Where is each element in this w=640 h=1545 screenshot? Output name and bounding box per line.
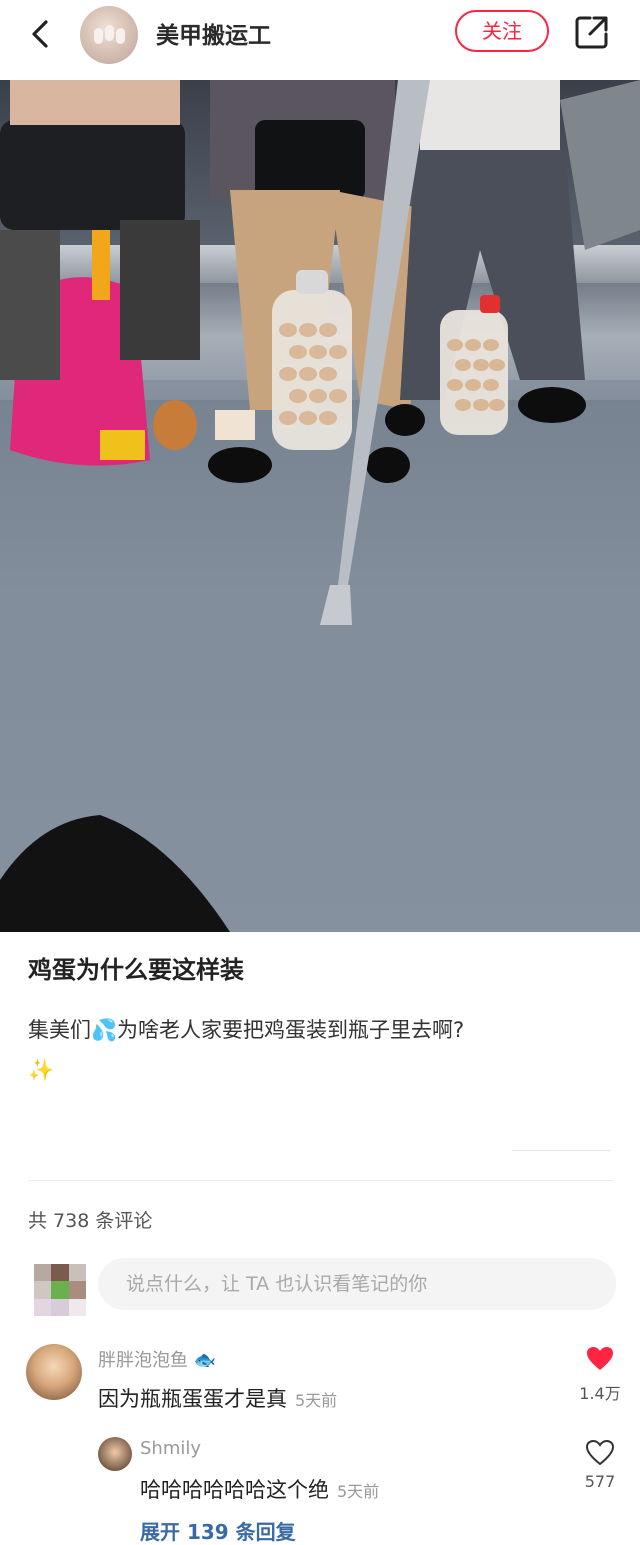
sparkles-icon: ✨ xyxy=(28,1058,55,1082)
comment-count: 共 738 条评论 xyxy=(28,1210,153,1232)
like-count: 1.4万 xyxy=(579,1384,621,1403)
current-user-avatar xyxy=(34,1264,86,1316)
divider-short xyxy=(512,1150,610,1151)
post-body-prefix: 集美们 xyxy=(28,1018,91,1042)
reply-name[interactable]: Shmily xyxy=(140,1438,201,1459)
comment-input[interactable] xyxy=(98,1258,616,1310)
post-photo[interactable] xyxy=(0,80,640,932)
reply-time: 5天前 xyxy=(337,1482,380,1501)
commenter-avatar[interactable] xyxy=(26,1344,82,1400)
post-body-text: 为啥老人家要把鸡蛋装到瓶子里去啊? xyxy=(117,1018,465,1042)
reply-like-count: 577 xyxy=(584,1472,616,1491)
author-name[interactable]: 美甲搬运工 xyxy=(156,16,271,50)
back-arrow-icon[interactable] xyxy=(22,14,62,54)
fish-icon: 🐟 xyxy=(193,1350,217,1371)
reply-text: 哈哈哈哈哈哈这个绝 5天前 xyxy=(140,1478,380,1502)
comment-text: 因为瓶瓶蛋蛋才是真 5天前 xyxy=(98,1387,338,1411)
post-description: 集美们💦为啥老人家要把鸡蛋装到瓶子里去啊? ✨ xyxy=(28,1010,618,1090)
follow-button[interactable]: 关注 xyxy=(455,10,549,52)
heart-outline-icon[interactable] xyxy=(586,1440,614,1466)
post-title: 鸡蛋为什么要这样装 xyxy=(28,956,244,984)
author-avatar[interactable] xyxy=(80,6,138,64)
expand-replies-link[interactable]: 展开 139 条回复 xyxy=(140,1516,296,1545)
heart-filled-icon[interactable] xyxy=(586,1346,614,1372)
commenter-name[interactable]: 胖胖泡泡鱼 🐟 xyxy=(98,1346,216,1372)
share-icon[interactable] xyxy=(574,14,610,50)
divider xyxy=(28,1180,613,1181)
reply-avatar[interactable] xyxy=(98,1437,132,1471)
sweat-drops-icon: 💦 xyxy=(91,1018,118,1042)
top-bar: 美甲搬运工 关注 xyxy=(0,0,640,80)
photo-illustration xyxy=(0,80,640,932)
comment-time: 5天前 xyxy=(295,1391,338,1410)
